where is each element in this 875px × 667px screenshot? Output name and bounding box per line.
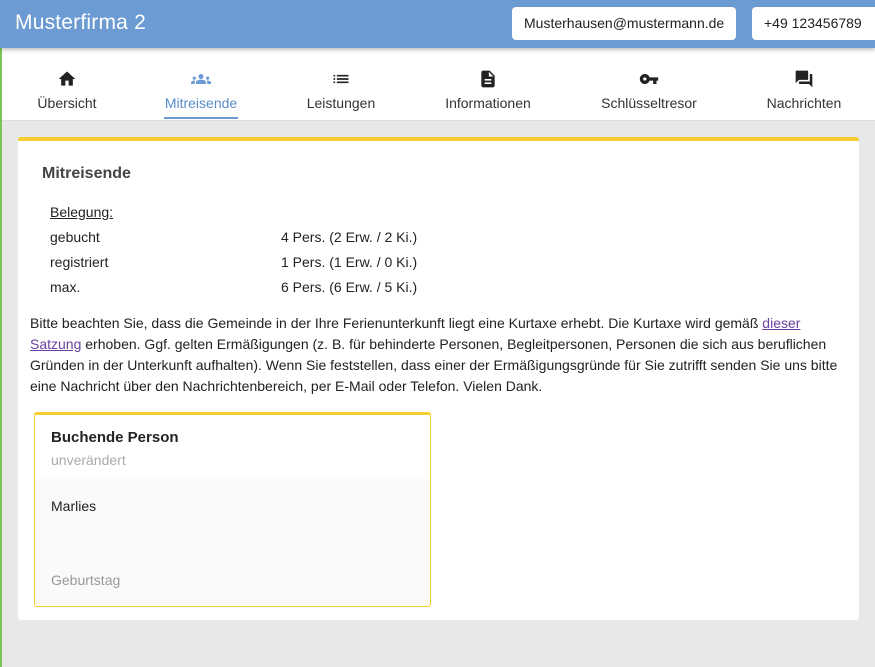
occupancy-label-gebucht: gebucht bbox=[50, 229, 100, 245]
person-role: Buchende Person bbox=[51, 429, 179, 446]
tab-informationen[interactable]: Informationen bbox=[443, 48, 533, 121]
phone-button[interactable]: +49 123456789 bbox=[752, 7, 875, 40]
tab-label: Übersicht bbox=[37, 95, 97, 111]
mitreisende-card: Mitreisende Belegung: gebucht 4 Pers. (2… bbox=[18, 137, 859, 620]
person-card-header: Buchende Person unverändert bbox=[35, 415, 430, 479]
group-icon bbox=[191, 74, 211, 84]
occupancy-value-gebucht: 4 Pers. (2 Erw. / 2 Ki.) bbox=[281, 229, 418, 245]
person-first-name: Marlies bbox=[51, 498, 97, 514]
person-birthday-label: Geburtstag bbox=[51, 572, 121, 588]
notice-text-end: erhoben. Ggf. gelten Ermäßigungen (z. B.… bbox=[30, 336, 838, 394]
person-status: unverändert bbox=[51, 452, 126, 468]
tab-label: Schlüsseltresor bbox=[601, 95, 697, 111]
tab-nachrichten[interactable]: Nachrichten bbox=[764, 48, 844, 121]
chat-icon bbox=[795, 70, 813, 88]
key-icon bbox=[639, 74, 659, 84]
brand-title: Musterfirma 2 bbox=[15, 11, 146, 34]
tab-schluesseltresor[interactable]: Schlüsseltresor bbox=[599, 48, 699, 121]
occupancy-value-max: 6 Pers. (6 Erw. / 5 Ki.) bbox=[281, 279, 418, 295]
occupancy-label-registriert: registriert bbox=[50, 254, 109, 270]
occupancy-value-registriert: 1 Pers. (1 Erw. / 0 Ki.) bbox=[281, 254, 418, 270]
notice-text-start: Bitte beachten Sie, dass die Gemeinde in… bbox=[30, 315, 763, 331]
active-tab-indicator bbox=[164, 117, 238, 119]
tab-label: Nachrichten bbox=[766, 95, 842, 111]
occupancy-label-max: max. bbox=[50, 279, 81, 295]
tab-uebersicht[interactable]: Übersicht bbox=[36, 48, 98, 121]
person-card[interactable]: Buchende Person unverändert Marlies Gebu… bbox=[34, 412, 431, 607]
tab-mitreisende[interactable]: Mitreisende bbox=[164, 48, 238, 121]
tab-label: Leistungen bbox=[306, 95, 376, 111]
list-icon bbox=[333, 74, 349, 84]
document-icon bbox=[481, 70, 495, 88]
top-bar: Musterfirma 2 Musterhausen@mustermann.de… bbox=[0, 0, 875, 48]
section-title: Mitreisende bbox=[42, 165, 131, 182]
tab-navigation: Übersicht Mitreisende Leistungen Informa… bbox=[2, 48, 875, 121]
side-accent-line bbox=[0, 48, 2, 667]
belegung-heading: Belegung: bbox=[50, 204, 114, 220]
tab-leistungen[interactable]: Leistungen bbox=[306, 48, 376, 121]
tab-label: Mitreisende bbox=[164, 95, 238, 111]
email-button[interactable]: Musterhausen@mustermann.de bbox=[512, 7, 736, 40]
tab-label: Informationen bbox=[445, 95, 531, 111]
kurtaxe-notice: Bitte beachten Sie, dass die Gemeinde in… bbox=[30, 313, 842, 397]
home-icon bbox=[58, 71, 76, 86]
